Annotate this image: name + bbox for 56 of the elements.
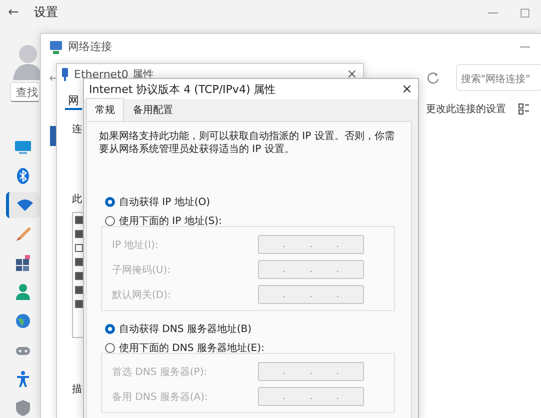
brush-icon — [14, 225, 32, 243]
network-icon — [49, 40, 63, 54]
field-label: 备用 DNS 服务器(A): — [112, 390, 209, 404]
checkbox[interactable] — [75, 230, 83, 238]
search-field[interactable]: 搜索"网络连接" — [456, 64, 541, 91]
ip-address-field: . . . — [258, 260, 364, 279]
person-icon — [14, 283, 32, 301]
view-options-icon[interactable] — [518, 102, 530, 114]
tab[interactable]: 常规 — [86, 98, 124, 121]
apps-icon — [14, 254, 32, 272]
command-link[interactable]: 更改此连接的设置 — [426, 102, 506, 116]
field-label: 子网掩码(U): — [112, 264, 172, 276]
minimize-button[interactable]: — — [510, 40, 541, 53]
checkbox[interactable] — [75, 272, 83, 280]
accessibility-icon — [14, 370, 32, 388]
nav-item[interactable] — [6, 192, 40, 218]
ip-address-field: . . . — [258, 285, 364, 304]
display-icon — [14, 138, 32, 156]
radio-button[interactable] — [105, 216, 115, 226]
radio-label: 使用下面的 DNS 服务器地址(E): — [119, 342, 264, 354]
dialog-title: Internet 协议版本 4 (TCP/IPv4) 属性 — [89, 82, 276, 96]
field-label: IP 地址(I): — [112, 238, 160, 252]
checkbox[interactable] — [75, 286, 83, 294]
label: 此 — [72, 192, 82, 206]
tab[interactable]: 备用配置 — [124, 98, 182, 121]
radio-label: 自动获得 IP 地址(O) — [119, 196, 210, 208]
field-label: 首选 DNS 服务器(P): — [112, 366, 208, 378]
plug-icon — [61, 68, 69, 80]
label: 连 — [72, 123, 82, 136]
refresh-icon[interactable] — [427, 72, 439, 84]
close-button[interactable]: × — [396, 82, 418, 96]
ip-address-field: . . . — [258, 235, 364, 254]
maximize-button[interactable]: □ — [509, 6, 541, 18]
checkbox[interactable] — [75, 216, 83, 224]
shield-icon — [14, 399, 32, 417]
field-label: 默认网关(D): — [112, 288, 172, 302]
checkbox[interactable] — [75, 300, 83, 308]
minimize-button[interactable]: — — [477, 6, 509, 18]
globe-icon — [14, 312, 32, 330]
ip-address-field: . . . — [258, 362, 364, 381]
checkbox[interactable] — [75, 258, 83, 266]
window-title: 网络连接 — [68, 39, 112, 54]
bluetooth-icon — [14, 167, 32, 185]
back-button[interactable]: ← — [8, 4, 24, 20]
radio-button[interactable] — [105, 324, 115, 334]
window-title: 设置 — [34, 4, 58, 20]
description: 如果网络支持此功能，则可以获取自动指派的 IP 设置。否则，你需要从网络系统管理员处获得适当的 IP 设置。 — [99, 130, 395, 156]
radio-button[interactable] — [105, 342, 115, 352]
search-field[interactable]: 查找 — [10, 82, 40, 102]
radio-label: 自动获得 DNS 服务器地址(B) — [119, 322, 252, 336]
close-button[interactable]: × — [341, 66, 363, 82]
label: 描 — [72, 382, 82, 396]
radio-button[interactable] — [105, 196, 115, 206]
radio-label: 使用下面的 IP 地址(S): — [119, 214, 222, 228]
ip-address-field: . . . — [258, 387, 364, 406]
checkbox[interactable] — [75, 244, 83, 252]
